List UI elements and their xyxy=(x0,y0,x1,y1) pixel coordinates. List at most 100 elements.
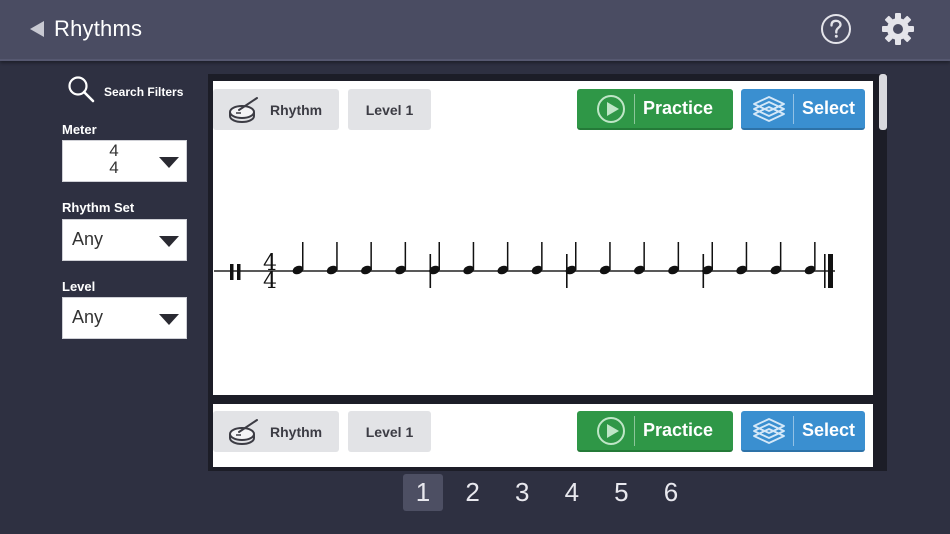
level-dropdown[interactable]: Any xyxy=(62,297,187,339)
quarter-note-head xyxy=(497,265,509,275)
page-button-2[interactable]: 2 xyxy=(453,474,493,511)
quarter-note-head xyxy=(395,265,407,275)
page-button-5[interactable]: 5 xyxy=(601,474,641,511)
button-divider xyxy=(793,415,794,446)
final-barline-thick xyxy=(828,254,833,288)
quarter-note-stem xyxy=(506,242,509,270)
quarter-note-head xyxy=(668,265,680,275)
rhythm-type-label: Rhythm xyxy=(270,101,323,118)
button-divider xyxy=(793,93,794,124)
select-label: Select xyxy=(802,98,856,118)
quarter-note-stem xyxy=(438,242,440,270)
practice-button[interactable]: Practice xyxy=(577,89,733,130)
rest-mark xyxy=(237,264,241,280)
page-button-4[interactable]: 4 xyxy=(552,474,592,511)
page-button-6[interactable]: 6 xyxy=(651,474,691,511)
rhythm-set-value: Any xyxy=(72,229,104,249)
level-value: Any xyxy=(72,307,104,327)
page-button-3[interactable]: 3 xyxy=(502,474,542,511)
chevron-down-icon xyxy=(159,236,179,247)
level-chip-label: Level 1 xyxy=(365,101,414,118)
search-filters-label: Search Filters xyxy=(104,85,184,99)
barline xyxy=(566,254,568,288)
drum-icon xyxy=(229,96,258,123)
quarter-note-stem xyxy=(370,242,372,270)
quarter-note-head xyxy=(531,265,543,275)
quarter-note-head xyxy=(292,265,304,275)
quarter-note-stem xyxy=(677,242,680,270)
back-button[interactable]: Rhythms xyxy=(28,12,142,46)
time-signature-denominator: 4 xyxy=(263,269,277,294)
rhythm-set-label: Rhythm Set xyxy=(62,200,135,215)
note-group xyxy=(292,242,816,288)
practice-button[interactable]: Practice xyxy=(577,411,733,452)
rhythm-card[interactable]: Rhythm Level 1 Practice Select xyxy=(213,404,873,467)
page-button-1[interactable]: 1 xyxy=(403,474,443,511)
level-chip[interactable]: Level 1 xyxy=(348,89,431,130)
quarter-note-stem xyxy=(472,242,475,270)
rest-mark xyxy=(230,264,234,280)
rhythm-type-chip[interactable]: Rhythm xyxy=(213,89,339,130)
quarter-note-head xyxy=(463,265,475,275)
quarter-note-head xyxy=(326,265,338,275)
search-filters-button[interactable]: Search Filters xyxy=(66,74,183,106)
level-label: Level xyxy=(62,279,96,294)
select-button[interactable]: Select xyxy=(741,411,865,452)
quarter-note-stem xyxy=(745,242,748,270)
stack-icon xyxy=(753,417,785,444)
barline xyxy=(702,254,705,288)
final-barline-thin xyxy=(824,254,826,288)
chevron-down-icon xyxy=(159,314,179,325)
rhythm-card[interactable]: Rhythm Level 1 Practice Select 4 4 xyxy=(213,81,873,395)
rhythm-type-chip[interactable]: Rhythm xyxy=(213,411,339,452)
quarter-note-stem xyxy=(302,242,304,270)
level-chip[interactable]: Level 1 xyxy=(348,411,431,452)
rhythm-type-label: Rhythm xyxy=(270,423,323,440)
quarter-note-head xyxy=(770,265,782,275)
quarter-note-stem xyxy=(643,242,645,270)
quarter-note-stem xyxy=(779,242,782,270)
quarter-note-stem xyxy=(575,242,577,270)
back-arrow-icon xyxy=(30,21,44,37)
page-title: Rhythms xyxy=(54,16,143,41)
select-button[interactable]: Select xyxy=(741,89,865,130)
drum-icon xyxy=(229,418,258,445)
quarter-note-stem xyxy=(609,242,611,270)
quarter-note-head xyxy=(736,265,748,275)
list-scrollbar[interactable] xyxy=(879,74,887,130)
quarter-note-head xyxy=(599,265,611,275)
meter-dropdown[interactable]: 4 4 xyxy=(62,140,187,182)
quarter-note-stem xyxy=(711,242,713,270)
quarter-note-head xyxy=(702,265,713,275)
practice-label: Practice xyxy=(643,98,714,118)
quarter-note-head xyxy=(633,265,645,275)
top-bar: Rhythms xyxy=(0,0,950,61)
button-divider xyxy=(634,93,635,124)
meter-value: 4 4 xyxy=(107,142,121,176)
chevron-down-icon xyxy=(159,157,179,168)
play-icon xyxy=(597,416,625,445)
practice-label: Practice xyxy=(643,420,714,440)
meter-label: Meter xyxy=(62,122,97,137)
meter-numerator: 4 xyxy=(109,141,119,160)
quarter-note-head xyxy=(429,265,440,275)
level-chip-label: Level 1 xyxy=(365,423,414,440)
rhythm-set-dropdown[interactable]: Any xyxy=(62,219,187,261)
quarter-note-stem xyxy=(541,242,543,270)
play-icon xyxy=(597,94,625,123)
meter-denominator: 4 xyxy=(109,158,119,177)
quarter-note-stem xyxy=(814,242,816,270)
select-label: Select xyxy=(802,420,856,440)
gear-icon[interactable] xyxy=(881,12,915,46)
barline xyxy=(429,254,432,288)
quarter-note-stem xyxy=(404,242,407,270)
quarter-note-head xyxy=(360,265,372,275)
quarter-note-head xyxy=(565,265,577,275)
quarter-note-head xyxy=(804,265,816,275)
search-icon xyxy=(68,76,95,103)
help-icon[interactable] xyxy=(820,13,852,45)
time-signature-numerator: 4 xyxy=(263,251,277,276)
quarter-note-stem xyxy=(336,242,338,270)
stack-icon xyxy=(753,95,785,122)
button-divider xyxy=(634,415,635,446)
